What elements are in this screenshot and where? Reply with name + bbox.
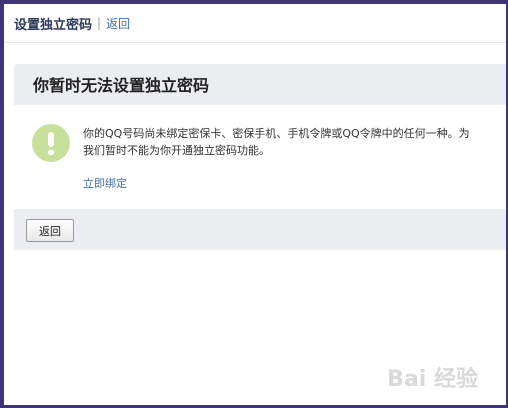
- header-back-link[interactable]: 返回: [106, 15, 130, 32]
- notice-panel: 你暂时无法设置独立密码 你的QQ号码尚未绑定密保卡、密保手机、手机令牌或QQ令牌…: [14, 64, 506, 250]
- page-title: 设置独立密码: [14, 17, 93, 33]
- notice-message-line-2: 我们暂时不能为你开通独立密码功能。: [83, 144, 270, 157]
- notice-message-line-1: 你的QQ号码尚未绑定密保卡、密保手机、手机令牌或QQ令牌中的任何一种。为: [83, 127, 470, 140]
- notice-message: 你的QQ号码尚未绑定密保卡、密保手机、手机令牌或QQ令牌中的任何一种。为 我们暂…: [83, 125, 506, 159]
- watermark-logo: Bai 经验: [387, 367, 478, 392]
- panel-title: 你暂时无法设置独立密码: [33, 76, 210, 95]
- app-window: 设置独立密码 | 返回 你暂时无法设置独立密码 你的QQ号码尚未绑定密保卡、密保…: [4, 4, 506, 405]
- bind-now-link[interactable]: 立即绑定: [83, 175, 127, 191]
- page-header: 设置独立密码 | 返回: [4, 4, 506, 43]
- panel-body: 你的QQ号码尚未绑定密保卡、密保手机、手机令牌或QQ令牌中的任何一种。为 我们暂…: [14, 105, 506, 209]
- back-button[interactable]: 返回: [26, 219, 74, 242]
- header-separator: |: [97, 16, 102, 30]
- warning-icon: [32, 124, 70, 162]
